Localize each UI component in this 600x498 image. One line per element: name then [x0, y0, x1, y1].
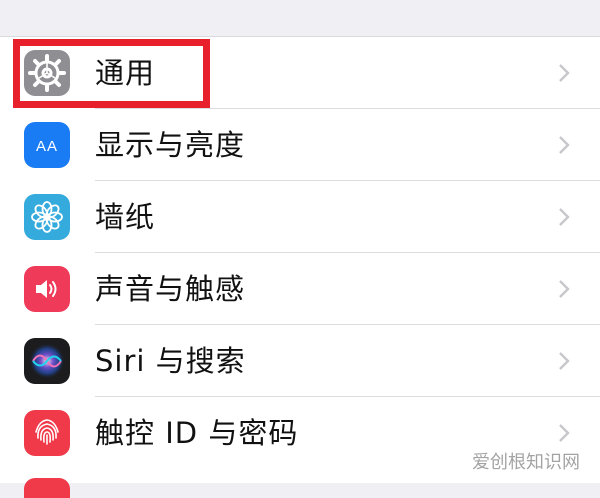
settings-row-siri-search[interactable]: Siri 与搜索 — [0, 325, 600, 397]
text-size-glyph: AA — [35, 138, 58, 155]
settings-row-label: 显示与亮度 — [95, 128, 246, 162]
top-background — [0, 0, 600, 36]
partial-row-icon — [24, 478, 70, 498]
fingerprint-icon — [24, 410, 70, 456]
chevron-right-icon — [559, 136, 570, 154]
settings-row-label: 触控 ID 与密码 — [95, 416, 299, 450]
settings-row-display-brightness[interactable]: AA 显示与亮度 — [0, 109, 600, 181]
text-size-icon: AA — [24, 122, 70, 168]
settings-row-sounds-haptics[interactable]: 声音与触感 — [0, 253, 600, 325]
settings-row-wallpaper[interactable]: 墙纸 — [0, 181, 600, 253]
settings-row-label: 声音与触感 — [95, 272, 246, 306]
settings-row-label: Siri 与搜索 — [95, 344, 246, 378]
highlight-box — [13, 39, 210, 108]
settings-row-label: 墙纸 — [95, 200, 156, 234]
siri-icon — [24, 338, 70, 384]
watermark: 爱创根知识网 — [472, 452, 580, 473]
chevron-right-icon — [559, 64, 570, 82]
chevron-right-icon — [559, 424, 570, 442]
speaker-icon — [24, 266, 70, 312]
chevron-right-icon — [559, 280, 570, 298]
chevron-right-icon — [559, 352, 570, 370]
flower-icon — [24, 194, 70, 240]
chevron-right-icon — [559, 208, 570, 226]
